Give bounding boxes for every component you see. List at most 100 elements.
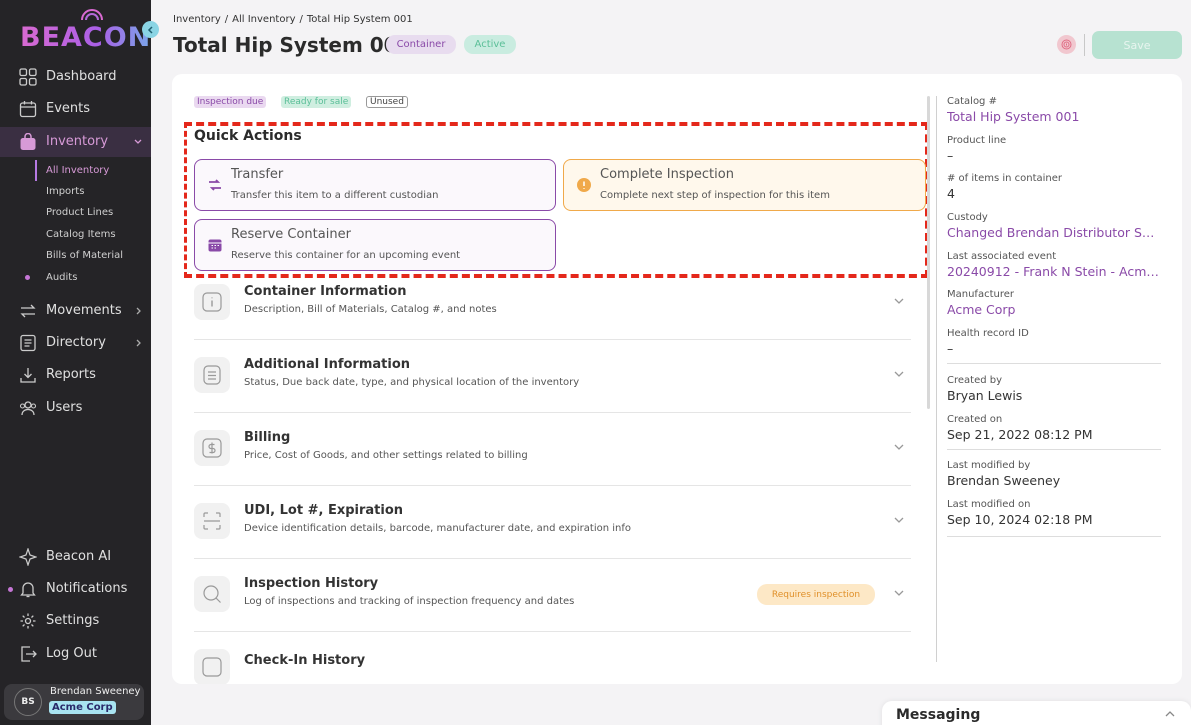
section-title: Container Information: [244, 284, 407, 299]
section-description: Price, Cost of Goods, and other settings…: [244, 450, 528, 461]
detail-value: Bryan Lewis: [947, 388, 1023, 403]
tag-ready-for-sale: Ready for sale: [281, 96, 352, 108]
bell-icon: [20, 582, 36, 598]
sidebar-item-settings[interactable]: Settings: [0, 606, 151, 636]
status-badge: Active: [464, 35, 516, 54]
complete-inspection-action-card[interactable]: Complete Inspection Complete next step o…: [563, 159, 926, 211]
fingerprint-icon: [1061, 39, 1072, 50]
section-inspection-history[interactable]: Inspection History Log of inspections an…: [194, 559, 911, 632]
arrows-icon: [20, 304, 36, 318]
sidebar: BEACON Dashboard Events Inventory All In…: [0, 0, 159, 725]
action-description: Reserve this container for an upcoming e…: [231, 250, 461, 261]
document-icon: [194, 357, 230, 393]
action-title: Reserve Container: [231, 227, 351, 242]
user-company-badge: Acme Corp: [49, 701, 116, 714]
active-indicator: [35, 160, 37, 181]
sidebar-subitem-bills-of-material[interactable]: Bills of Material: [46, 250, 123, 261]
sidebar-item-directory[interactable]: Directory: [0, 328, 151, 358]
section-container-information[interactable]: Container Information Description, Bill …: [194, 267, 911, 340]
detail-label: Catalog #: [947, 96, 997, 107]
section-title: Inspection History: [244, 576, 379, 591]
scrollbar[interactable]: [927, 96, 930, 409]
reserve-container-action-card[interactable]: Reserve Container Reserve this container…: [194, 219, 556, 271]
detail-card: Inspection due Ready for sale Unused Qui…: [172, 74, 1182, 684]
sidebar-item-label: Dashboard: [46, 69, 117, 84]
sidebar-item-label: Settings: [46, 613, 100, 628]
collapse-sidebar-button[interactable]: [142, 21, 159, 38]
sidebar-subitem-imports[interactable]: Imports: [46, 186, 84, 197]
catalog-number-link[interactable]: Total Hip System 001: [947, 109, 1162, 124]
detail-created-on: Created on Sep 21, 2022 08:12 PM: [947, 414, 1162, 442]
sidebar-subitem-product-lines[interactable]: Product Lines: [46, 207, 113, 218]
sidebar-item-movements[interactable]: Movements: [0, 296, 151, 326]
breadcrumb-all-inventory[interactable]: All Inventory: [232, 14, 295, 25]
chevron-down-icon: [894, 590, 904, 596]
detail-health-record: Health record ID –: [947, 328, 1162, 356]
sidebar-item-logout[interactable]: Log Out: [0, 639, 151, 669]
detail-label: Custody: [947, 212, 988, 223]
detail-label: Created on: [947, 414, 1003, 425]
save-button[interactable]: Save: [1092, 31, 1182, 59]
dollar-icon: [194, 430, 230, 466]
sidebar-item-label: Movements: [46, 303, 122, 318]
book-icon: [20, 334, 36, 352]
section-description: Status, Due back date, type, and physica…: [244, 377, 580, 388]
section-udi-lot-expiration[interactable]: UDI, Lot #, Expiration Device identifica…: [194, 486, 911, 559]
detail-value: 4: [947, 186, 955, 201]
section-check-in-history[interactable]: Check-In History: [194, 632, 911, 684]
fingerprint-button[interactable]: [1057, 35, 1076, 54]
sidebar-subitem-all-inventory[interactable]: All Inventory: [46, 165, 109, 176]
gear-icon: [20, 613, 36, 629]
sidebar-item-notifications[interactable]: Notifications: [0, 574, 151, 604]
last-event-link[interactable]: 20240912 - Frank N Stein - Acme Corp: [947, 264, 1162, 279]
detail-custody: Custody Changed Brendan Distributor Sween…: [947, 212, 1162, 240]
sidebar-item-label: Users: [46, 400, 83, 415]
section-description: Log of inspections and tracking of inspe…: [244, 596, 575, 607]
sidebar-subitem-catalog-items[interactable]: Catalog Items: [46, 229, 116, 240]
detail-modified-by: Last modified by Brendan Sweeney: [947, 460, 1162, 488]
sidebar-item-beacon-ai[interactable]: Beacon AI: [0, 542, 151, 572]
detail-product-line: Product line –: [947, 135, 1162, 163]
magnifier-icon: [194, 576, 230, 612]
sidebar-item-label: Reports: [46, 367, 96, 382]
chevron-right-icon: [136, 307, 141, 315]
chevron-down-icon: [134, 139, 142, 144]
info-icon: [194, 284, 230, 320]
alert-icon: [577, 178, 591, 192]
sidebar-item-events[interactable]: Events: [0, 94, 151, 124]
sidebar-item-label: Log Out: [46, 646, 97, 661]
sidebar-item-reports[interactable]: Reports: [0, 360, 151, 390]
divider: [947, 363, 1161, 364]
chevron-right-icon: [136, 339, 141, 347]
section-description: Device identification details, barcode, …: [244, 523, 631, 534]
transfer-action-card[interactable]: Transfer Transfer this item to a differe…: [194, 159, 556, 211]
beacon-logo[interactable]: BEACON: [20, 8, 150, 56]
chevron-down-icon: [894, 444, 904, 450]
avatar: BS: [14, 688, 42, 716]
header-divider: [1084, 34, 1085, 56]
detail-manufacturer: Manufacturer Acme Corp: [947, 289, 1162, 317]
user-profile-card[interactable]: BS Brendan Sweeney Acme Corp: [4, 684, 144, 720]
breadcrumb-inventory[interactable]: Inventory: [173, 14, 221, 25]
messaging-panel[interactable]: Messaging: [882, 701, 1191, 725]
sidebar-item-inventory[interactable]: Inventory: [0, 127, 151, 157]
detail-value: –: [947, 148, 954, 163]
section-title: Billing: [244, 430, 291, 445]
manufacturer-link[interactable]: Acme Corp: [947, 302, 1162, 317]
chevron-down-icon: [894, 298, 904, 304]
sidebar-item-users[interactable]: Users: [0, 393, 151, 423]
panel-divider: [936, 96, 937, 662]
section-billing[interactable]: Billing Price, Cost of Goods, and other …: [194, 413, 911, 486]
detail-label: Last associated event: [947, 251, 1057, 262]
section-additional-information[interactable]: Additional Information Status, Due back …: [194, 340, 911, 413]
section-title: UDI, Lot #, Expiration: [244, 503, 404, 518]
breadcrumb-separator: /: [224, 14, 229, 25]
users-icon: [19, 401, 37, 416]
sidebar-subitem-audits[interactable]: Audits: [46, 272, 77, 283]
chevron-left-icon: [147, 25, 153, 34]
signal-icon: [81, 9, 103, 21]
sidebar-item-dashboard[interactable]: Dashboard: [0, 62, 151, 92]
detail-label: Health record ID: [947, 328, 1029, 339]
custody-link[interactable]: Changed Brendan Distributor Sweeney: [947, 225, 1162, 240]
page-title: Total Hip System 001: [173, 33, 412, 57]
